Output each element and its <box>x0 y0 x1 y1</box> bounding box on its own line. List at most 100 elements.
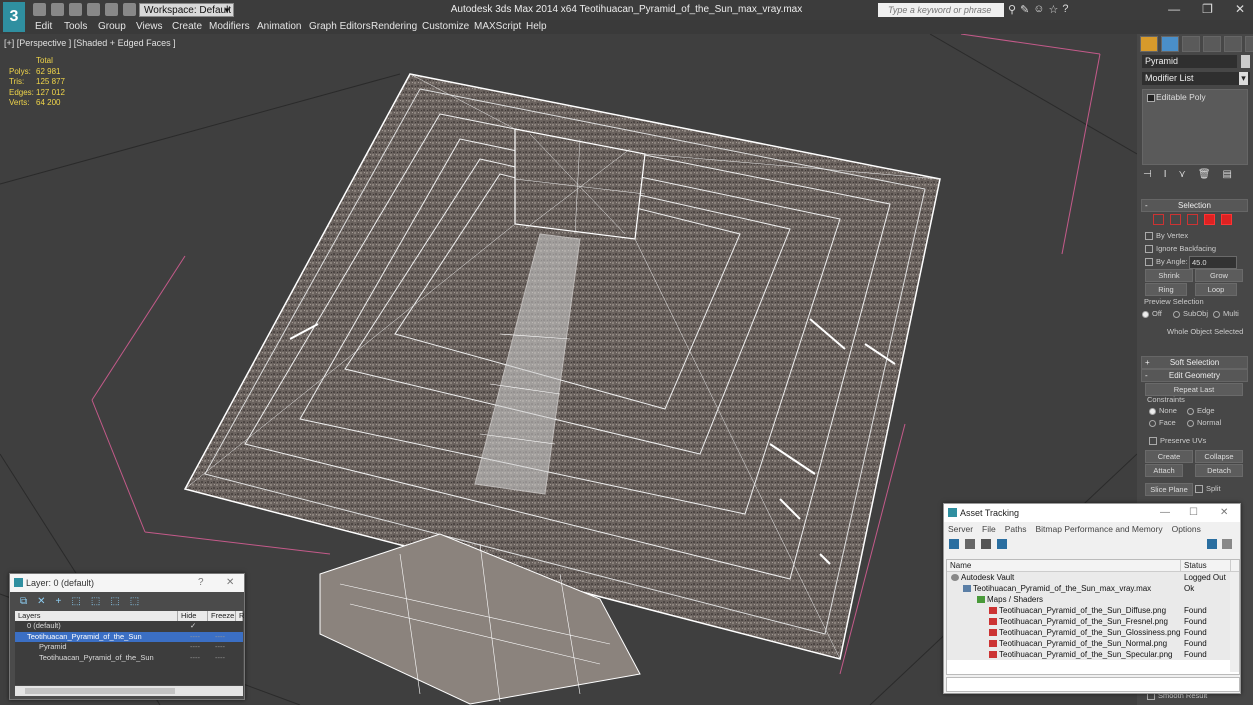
asset-menu-options[interactable]: Options <box>1172 522 1201 536</box>
active-layer-check-icon[interactable]: ✓ <box>190 621 196 632</box>
column-hide[interactable]: Hide <box>178 611 208 621</box>
close-icon[interactable]: ✕ <box>1235 2 1245 16</box>
border-mode-icon[interactable] <box>1187 214 1198 225</box>
shrink-button[interactable]: Shrink <box>1145 269 1193 282</box>
grow-button[interactable]: Grow <box>1195 269 1243 282</box>
display-tab-icon[interactable] <box>1224 36 1242 52</box>
column-layers[interactable]: Layers <box>15 611 178 621</box>
asset-row[interactable]: Teotihuacan_Pyramid_of_the_Sun_Diffuse.p… <box>947 605 1239 616</box>
layer-row[interactable]: 0 (default) ✓ <box>15 621 243 632</box>
app-logo-icon[interactable]: 3 <box>3 2 25 32</box>
constraint-face-radio[interactable]: Face <box>1149 418 1176 427</box>
show-end-result-icon[interactable]: I <box>1164 169 1167 180</box>
motion-tab-icon[interactable] <box>1203 36 1221 52</box>
menu-views[interactable]: Views <box>136 21 163 32</box>
attach-button[interactable]: Attach <box>1145 464 1183 477</box>
star-icon[interactable]: ☆ <box>1049 3 1059 16</box>
preview-subobj-radio[interactable]: SubObj <box>1173 309 1208 318</box>
modifier-stack[interactable]: Editable Poly <box>1142 89 1248 165</box>
layer-row-freeze[interactable]: ---- <box>215 653 225 664</box>
menu-modifiers[interactable]: Modifiers <box>209 21 250 32</box>
layer-row-freeze[interactable]: ---- <box>215 642 225 653</box>
close-icon[interactable]: ✕ <box>1220 504 1228 522</box>
by-angle-checkbox[interactable]: By Angle: <box>1145 257 1188 267</box>
refresh-icon[interactable] <box>949 539 959 549</box>
tree-view-icon[interactable] <box>997 539 1007 549</box>
ring-button[interactable]: Ring <box>1145 283 1187 296</box>
layer-manager-icon[interactable]: ⧉ <box>20 596 27 607</box>
key-icon[interactable]: ✎ <box>1020 3 1029 16</box>
edit-geometry-rollout-header[interactable]: - Edit Geometry <box>1141 369 1248 382</box>
layer-row[interactable]: Pyramid ---- ---- <box>15 642 243 653</box>
asset-row[interactable]: Teotihuacan_Pyramid_of_the_Sun_Normal.pn… <box>947 638 1239 649</box>
minimize-icon[interactable]: — <box>1160 504 1170 522</box>
selection-rollout-header[interactable]: - Selection <box>1141 199 1248 212</box>
hierarchy-tab-icon[interactable] <box>1182 36 1200 52</box>
add-selection-icon[interactable]: ⬚ <box>71 596 80 607</box>
delete-layer-icon[interactable]: ✕ <box>37 596 45 607</box>
asset-row[interactable]: Teotihuacan_Pyramid_of_the_Sun_Specular.… <box>947 649 1239 660</box>
search-input[interactable]: Type a keyword or phrase <box>878 3 1004 17</box>
scrollbar-thumb[interactable] <box>25 688 175 694</box>
modify-tab-icon[interactable] <box>1161 36 1179 52</box>
asset-row[interactable]: Autodesk Vault Logged Out <box>947 572 1239 583</box>
asset-row[interactable]: Teotihuacan_Pyramid_of_the_Sun_Fresnel.p… <box>947 616 1239 627</box>
object-name-field[interactable]: Pyramid <box>1142 55 1237 68</box>
asset-menu-bitmap[interactable]: Bitmap Performance and Memory <box>1036 522 1163 536</box>
close-icon[interactable]: ✕ <box>226 574 234 592</box>
stack-item-editable-poly[interactable]: Editable Poly <box>1146 92 1244 102</box>
remove-modifier-icon[interactable]: 🗑 <box>1198 169 1211 180</box>
asset-row[interactable]: Teotihuacan_Pyramid_of_the_Sun_max_vray.… <box>947 583 1239 594</box>
menu-animation[interactable]: Animation <box>257 21 301 32</box>
layer-row-hide[interactable]: ---- <box>190 653 200 664</box>
detach-button[interactable]: Detach <box>1195 464 1243 477</box>
select-in-layer-icon[interactable]: ⬚ <box>91 596 100 607</box>
person-icon[interactable]: ☺ <box>1033 3 1044 16</box>
edge-mode-icon[interactable] <box>1170 214 1181 225</box>
constraint-edge-radio[interactable]: Edge <box>1187 406 1215 415</box>
constraint-normal-radio[interactable]: Normal <box>1187 418 1221 427</box>
create-button[interactable]: Create <box>1145 450 1193 463</box>
vertex-mode-icon[interactable] <box>1153 214 1164 225</box>
checkout-icon[interactable] <box>965 539 975 549</box>
menu-help[interactable]: Help <box>526 21 547 32</box>
configure-sets-icon[interactable]: ▤ <box>1223 169 1232 180</box>
layer-row-hide[interactable]: ---- <box>190 642 200 653</box>
element-mode-icon[interactable] <box>1221 214 1232 225</box>
help-icon[interactable]: ? <box>1062 3 1068 16</box>
asset-row[interactable]: Teotihuacan_Pyramid_of_the_Sun_Glossines… <box>947 627 1239 638</box>
preview-off-radio[interactable]: Off <box>1142 309 1162 318</box>
menu-edit[interactable]: Edit <box>35 21 52 32</box>
create-tab-icon[interactable] <box>1140 36 1158 52</box>
minimize-icon[interactable]: — <box>1168 2 1180 16</box>
asset-menu-file[interactable]: File <box>982 522 996 536</box>
preview-multi-radio[interactable]: Multi <box>1213 309 1239 318</box>
soft-selection-rollout-header[interactable]: + Soft Selection <box>1141 356 1248 369</box>
preserve-uvs-checkbox[interactable]: Preserve UVs <box>1149 436 1206 446</box>
layer-row-freeze[interactable]: ---- <box>215 632 225 643</box>
restore-icon[interactable]: ☐ <box>1189 504 1198 522</box>
column-name[interactable]: Name <box>947 560 1181 571</box>
ignore-backfacing-checkbox[interactable]: Ignore Backfacing <box>1145 244 1216 254</box>
binoculars-icon[interactable]: ⚲ <box>1008 3 1016 16</box>
utilities-tab-icon[interactable] <box>1245 36 1253 52</box>
asset-menu-server[interactable]: Server <box>948 522 973 536</box>
menu-rendering[interactable]: Rendering <box>371 21 417 32</box>
layer-row[interactable]: Teotihuacan_Pyramid_of_the_Sun ---- ---- <box>15 631 243 643</box>
polygon-mode-icon[interactable] <box>1204 214 1215 225</box>
collapse-button[interactable]: Collapse <box>1195 450 1243 463</box>
help-icon[interactable]: ? <box>198 574 204 592</box>
restore-icon[interactable]: ❐ <box>1202 2 1213 16</box>
pin-stack-icon[interactable]: ⊣ <box>1143 169 1152 180</box>
help-icon[interactable] <box>1207 539 1217 549</box>
create-layer-icon[interactable]: + <box>56 596 62 607</box>
asset-window-titlebar[interactable]: Asset Tracking — ☐ ✕ <box>944 504 1240 522</box>
object-color-swatch[interactable] <box>1241 55 1250 68</box>
menu-customize[interactable]: Customize <box>422 21 469 32</box>
menu-group[interactable]: Group <box>98 21 126 32</box>
asset-vertical-scrollbar[interactable] <box>1230 572 1239 672</box>
slice-plane-button[interactable]: Slice Plane <box>1145 483 1193 496</box>
layer-row-hide[interactable]: ---- <box>190 632 200 643</box>
make-unique-icon[interactable]: ⋎ <box>1179 169 1186 180</box>
layer-window-titlebar[interactable]: Layer: 0 (default) ? ✕ <box>10 574 244 592</box>
